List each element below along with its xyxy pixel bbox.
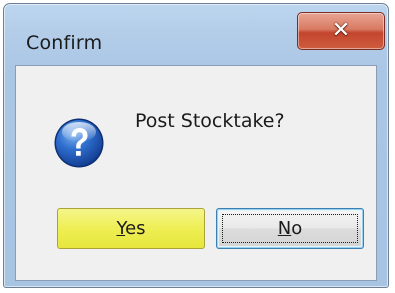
dialog-message: Post Stocktake?	[135, 110, 285, 132]
dialog-body: Post Stocktake? Yes No	[15, 65, 377, 281]
no-button[interactable]: No	[216, 208, 364, 249]
close-button[interactable]: ✕	[297, 12, 385, 50]
confirm-dialog: Confirm ✕ Post Stocktake? Yes No	[3, 3, 389, 288]
question-icon	[54, 118, 104, 168]
no-button-label: No	[277, 218, 303, 239]
yes-button[interactable]: Yes	[57, 208, 205, 249]
close-icon: ✕	[331, 18, 351, 43]
yes-button-label: Yes	[116, 218, 146, 239]
dialog-title: Confirm	[26, 32, 103, 54]
